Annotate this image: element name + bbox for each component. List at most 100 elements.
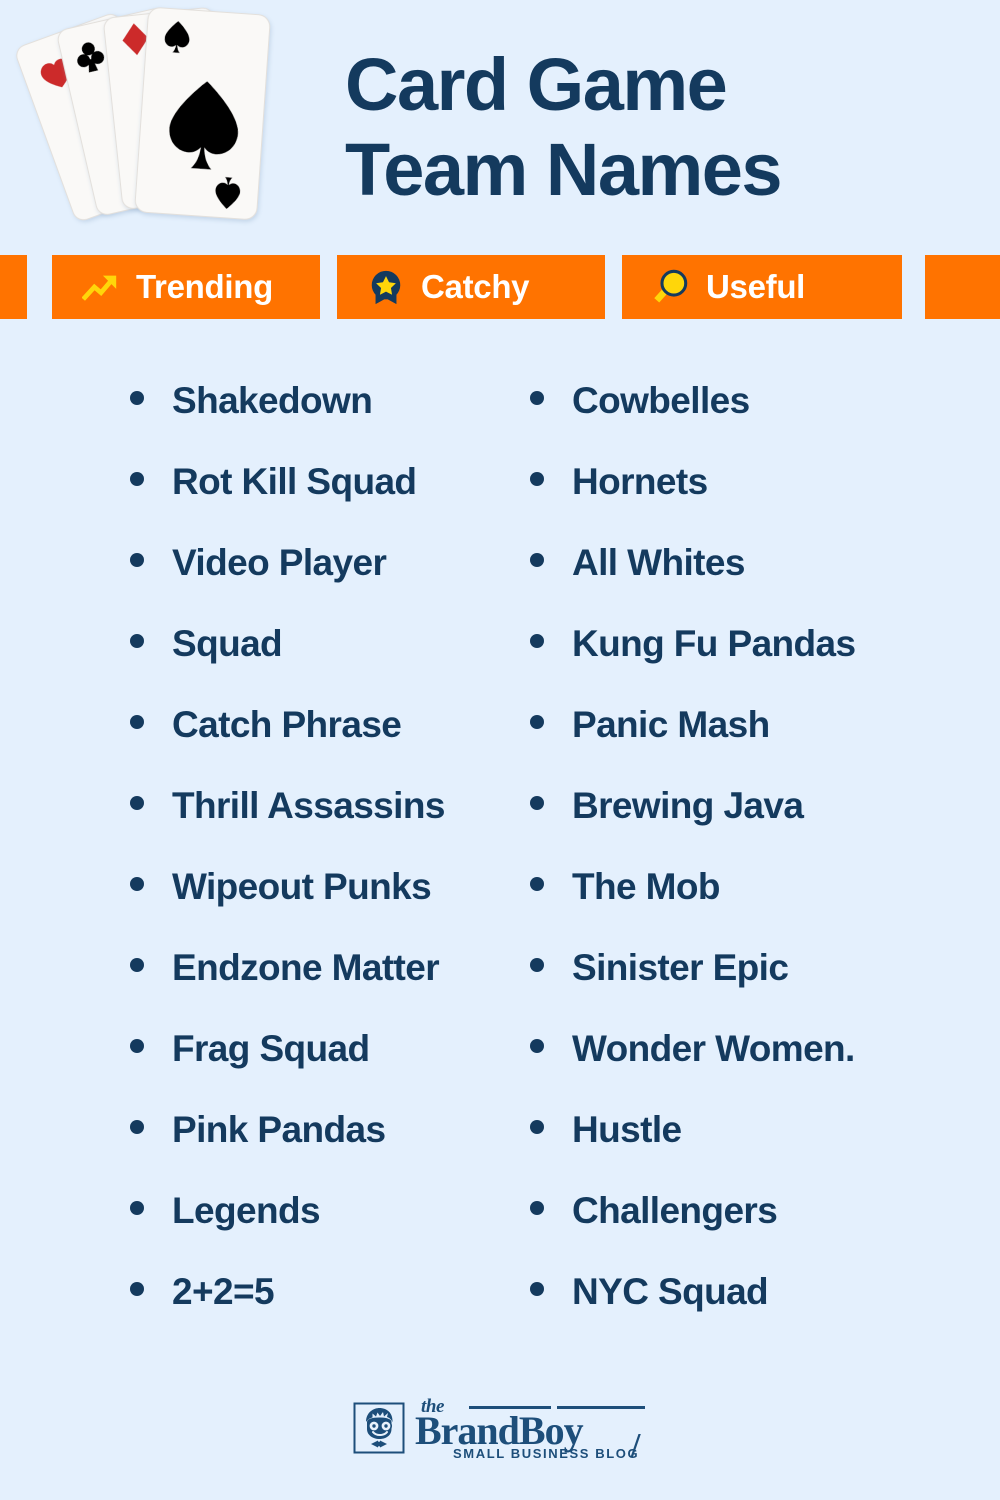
brandboy-logo[interactable]: the BrandBoy SMALL BUSINESS BLOG / — [353, 1396, 647, 1464]
playing-cards-fan-illustration — [12, 0, 312, 255]
badge-useful[interactable]: Useful — [622, 255, 902, 319]
title-line-1: Card Game — [345, 43, 728, 126]
list-item: Pink Pandas — [130, 1109, 530, 1190]
list-item: Wipeout Punks — [130, 866, 530, 947]
list-item-label: Catch Phrase — [172, 704, 402, 745]
list-item-label: Squad — [172, 623, 283, 664]
list-item-label: All Whites — [572, 542, 745, 583]
team-name-lists: Shakedown Rot Kill Squad Video Player Sq… — [0, 380, 1000, 1352]
brandboy-wordmark: the BrandBoy SMALL BUSINESS BLOG / — [415, 1396, 647, 1464]
list-item: Panic Mash — [530, 704, 970, 785]
bullet-icon — [130, 1039, 144, 1053]
bullet-icon — [530, 1282, 544, 1296]
bar-segment-left-edge — [0, 255, 27, 319]
list-item: Catch Phrase — [130, 704, 530, 785]
bullet-icon — [130, 1120, 144, 1134]
list-item: Squad — [130, 623, 530, 704]
list-column-left: Shakedown Rot Kill Squad Video Player Sq… — [130, 380, 530, 1352]
bullet-icon — [530, 877, 544, 891]
list-item-label: Hornets — [572, 461, 708, 502]
list-item-label: Thrill Assassins — [172, 785, 445, 826]
bullet-icon — [130, 715, 144, 729]
list-item: Hornets — [530, 461, 970, 542]
list-item: Hustle — [530, 1109, 970, 1190]
bullet-icon — [130, 796, 144, 810]
page-title: Card Game Team Names — [345, 42, 985, 212]
logo-slash-text: / — [631, 1427, 641, 1464]
list-item: Kung Fu Pandas — [530, 623, 970, 704]
badge-catchy-label: Catchy — [421, 268, 530, 305]
bullet-icon — [130, 553, 144, 567]
bullet-icon — [130, 634, 144, 648]
bullet-icon — [130, 877, 144, 891]
bullet-icon — [130, 958, 144, 972]
bullet-icon — [530, 1120, 544, 1134]
bullet-icon — [530, 715, 544, 729]
list-item-label: Video Player — [172, 542, 387, 583]
list-item: Shakedown — [130, 380, 530, 461]
list-item: All Whites — [530, 542, 970, 623]
list-item-label: Panic Mash — [572, 704, 770, 745]
boy-face-icon — [353, 1402, 405, 1454]
list-item: Rot Kill Squad — [130, 461, 530, 542]
magnifier-icon — [654, 269, 688, 303]
list-item: 2+2=5 — [130, 1271, 530, 1352]
list-item: Wonder Women. — [530, 1028, 970, 1109]
badge-useful-label: Useful — [706, 268, 806, 305]
badge-bar: Trending Catchy Useful — [0, 255, 1000, 319]
list-item: Challengers — [530, 1190, 970, 1271]
bullet-icon — [130, 391, 144, 405]
list-item: Frag Squad — [130, 1028, 530, 1109]
list-item-label: Pink Pandas — [172, 1109, 386, 1150]
bullet-icon — [530, 958, 544, 972]
badge-catchy[interactable]: Catchy — [337, 255, 605, 319]
list-item-label: Brewing Java — [572, 785, 804, 826]
list-column-right: Cowbelles Hornets All Whites Kung Fu Pan… — [530, 380, 970, 1352]
list-item-label: Wipeout Punks — [172, 866, 432, 907]
infographic-page: Card Game Team Names Trending Catchy Use… — [0, 0, 1000, 1500]
logo-tagline-text: SMALL BUSINESS BLOG — [453, 1446, 640, 1461]
bullet-icon — [530, 391, 544, 405]
badge-trending[interactable]: Trending — [52, 255, 320, 319]
bullet-icon — [130, 1201, 144, 1215]
list-item: The Mob — [530, 866, 970, 947]
bar-segment-right-edge — [925, 255, 1000, 319]
list-item-label: Rot Kill Squad — [172, 461, 417, 502]
list-item: Brewing Java — [530, 785, 970, 866]
list-item: Thrill Assassins — [130, 785, 530, 866]
list-item-label: The Mob — [572, 866, 720, 907]
bullet-icon — [530, 472, 544, 486]
list-item-label: 2+2=5 — [172, 1271, 275, 1312]
list-item: Legends — [130, 1190, 530, 1271]
list-item-label: Wonder Women. — [572, 1028, 855, 1069]
list-item: Sinister Epic — [530, 947, 970, 1028]
list-item-label: Frag Squad — [172, 1028, 370, 1069]
list-item-label: Sinister Epic — [572, 947, 789, 988]
badge-trending-label: Trending — [136, 268, 273, 305]
header: Card Game Team Names — [0, 0, 1000, 255]
bullet-icon — [130, 472, 144, 486]
list-item-label: Shakedown — [172, 380, 373, 421]
list-item-label: Kung Fu Pandas — [572, 623, 856, 664]
list-item-label: Legends — [172, 1190, 321, 1231]
bullet-icon — [530, 1201, 544, 1215]
list-item-label: NYC Squad — [572, 1271, 769, 1312]
award-star-icon — [371, 270, 401, 305]
bullet-icon — [530, 1039, 544, 1053]
list-item: Video Player — [130, 542, 530, 623]
bullet-icon — [530, 634, 544, 648]
trending-up-icon — [82, 275, 117, 301]
list-item-label: Hustle — [572, 1109, 682, 1150]
list-item-label: Cowbelles — [572, 380, 750, 421]
list-item-label: Challengers — [572, 1190, 778, 1231]
card-spade-large — [134, 7, 271, 220]
title-line-2: Team Names — [345, 128, 783, 211]
bullet-icon — [530, 553, 544, 567]
list-item-label: Endzone Matter — [172, 947, 440, 988]
bullet-icon — [530, 796, 544, 810]
footer: the BrandBoy SMALL BUSINESS BLOG / — [0, 1378, 1000, 1478]
list-item: Endzone Matter — [130, 947, 530, 1028]
bullet-icon — [130, 1282, 144, 1296]
list-item: Cowbelles — [530, 380, 970, 461]
list-item: NYC Squad — [530, 1271, 970, 1352]
